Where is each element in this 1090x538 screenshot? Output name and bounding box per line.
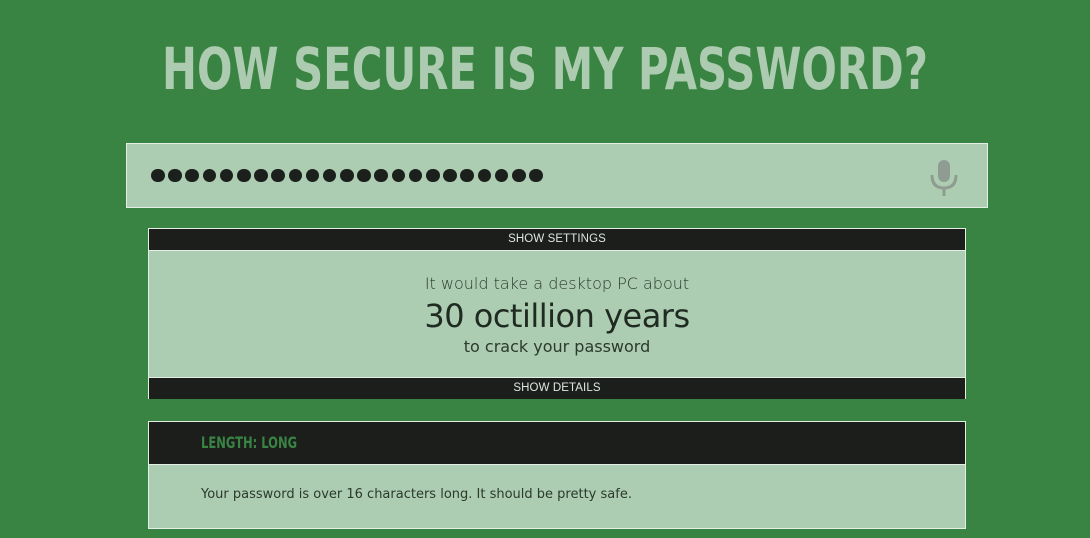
password-mask-dot — [340, 168, 354, 183]
password-mask-dot — [494, 168, 509, 183]
password-mask-dot — [288, 168, 303, 183]
password-mask-dot — [202, 168, 217, 183]
password-mask-dot — [460, 168, 474, 183]
password-mask-dot — [443, 168, 457, 183]
password-mask-dot — [168, 168, 182, 183]
password-mask-dot — [529, 168, 543, 183]
password-mask-dot — [151, 168, 165, 183]
password-mask-dot — [374, 168, 389, 183]
password-mask-dot — [322, 168, 337, 183]
password-mask-dot — [426, 168, 440, 183]
password-mask-dot — [219, 168, 234, 183]
length-check-header: LENGTH: LONG — [149, 422, 965, 465]
password-mask-dot — [185, 168, 199, 183]
password-mask-dot — [254, 168, 268, 183]
password-mask-dot — [408, 168, 423, 183]
result-intro-text: It would take a desktop PC about — [424, 274, 690, 293]
crack-time-result: It would take a desktop PC about 30 octi… — [149, 251, 965, 377]
password-mask-dot — [357, 168, 371, 183]
length-check-description: Your password is over 16 characters long… — [201, 487, 632, 502]
password-masked-value — [151, 144, 543, 207]
show-settings-button[interactable]: SHOW SETTINGS — [149, 229, 965, 251]
password-mask-dot — [236, 168, 251, 183]
password-mask-dot — [271, 168, 285, 183]
length-check-title: LENGTH: LONG — [201, 433, 298, 452]
password-mask-dot — [511, 168, 526, 183]
page-title: HOW SECURE IS MY PASSWORD? — [162, 35, 928, 103]
password-mask-dot — [391, 168, 406, 183]
result-outro-text: to crack your password — [463, 337, 651, 356]
length-check-card: LENGTH: LONG Your password is over 16 ch… — [148, 421, 966, 529]
microphone-icon[interactable] — [929, 160, 959, 196]
password-mask-dot — [305, 168, 320, 183]
result-panel: SHOW SETTINGS It would take a desktop PC… — [148, 228, 966, 399]
show-details-button[interactable]: SHOW DETAILS — [149, 377, 965, 399]
password-mask-dot — [477, 168, 492, 183]
crack-time-value: 30 octillion years — [424, 297, 690, 335]
password-input[interactable] — [126, 143, 988, 208]
